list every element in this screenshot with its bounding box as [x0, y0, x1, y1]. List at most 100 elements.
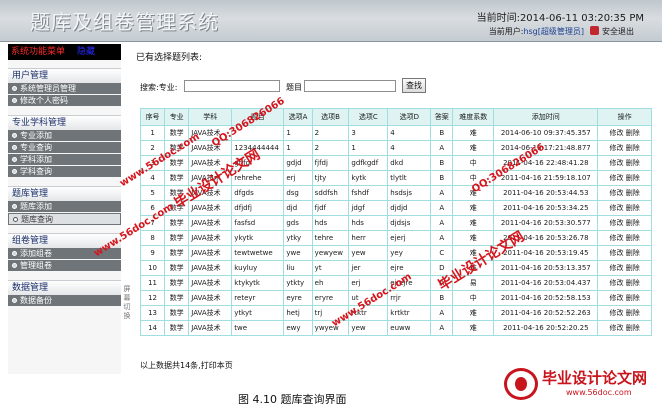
edit-link[interactable]: 修改: [610, 234, 624, 242]
table-cell: 难: [453, 126, 494, 140]
group-title: 用户管理: [8, 68, 121, 83]
search-button[interactable]: 查找: [402, 78, 426, 93]
edit-link[interactable]: 修改: [610, 174, 624, 182]
table-cell: 数学: [165, 276, 189, 290]
table-cell: gdjd: [284, 156, 312, 170]
table-row: 12 数学 JAVA技术 reteyr eyre eryre ut rrjr B 中 2011-04…: [141, 291, 651, 305]
table-cell: kytk: [349, 171, 388, 185]
table-cell: ywyew: [312, 321, 349, 335]
edit-link[interactable]: 修改: [610, 129, 624, 137]
sidebar-item-major-query[interactable]: 专业查询: [8, 142, 121, 154]
edit-link[interactable]: 修改: [610, 309, 624, 317]
table-cell: fshdf: [349, 186, 388, 200]
sidebar-item-major-add[interactable]: 专业添加: [8, 130, 121, 142]
table-cell: JAVA技术: [189, 141, 232, 155]
col-header: 题目: [232, 109, 284, 125]
edit-link[interactable]: 修改: [610, 159, 624, 167]
table-cell: 2011-04-16 21:59:18.107: [494, 171, 598, 185]
delete-link[interactable]: 删除: [626, 249, 640, 257]
sidebar-item-question-add[interactable]: 题库添加: [8, 201, 121, 213]
actions-cell: 修改 删除: [598, 171, 651, 185]
table-cell: yey: [388, 246, 431, 260]
sidebar-item-paper-manage[interactable]: 管理组卷: [8, 260, 121, 272]
table-cell: 数学: [165, 186, 189, 200]
edit-link[interactable]: 修改: [610, 324, 624, 332]
hide-menu-link[interactable]: 隐藏: [77, 47, 95, 57]
table-cell: herr: [349, 231, 388, 245]
delete-link[interactable]: 删除: [626, 159, 640, 167]
exit-icon[interactable]: [590, 26, 599, 35]
edit-link[interactable]: 修改: [610, 264, 624, 272]
col-header: 操作: [598, 109, 651, 125]
table-cell: reteyr: [232, 291, 284, 305]
edit-link[interactable]: 修改: [610, 144, 624, 152]
table-cell: ktykytk: [232, 276, 284, 290]
bullet-icon: [12, 145, 17, 150]
table-cell: 2: [141, 141, 165, 155]
table-cell: erj: [349, 276, 388, 290]
table-cell: 1: [141, 126, 165, 140]
actions-cell: 修改 删除: [598, 126, 651, 140]
user-name: hsg[超级管理员]: [523, 27, 584, 36]
search-bar: 搜索:专业: 题目 查找: [140, 78, 460, 94]
sidebar-item-change-password[interactable]: 修改个人密码: [8, 95, 121, 107]
table-cell: rtktr: [349, 306, 388, 320]
table-cell: 2011-04-16 20:53:34.25: [494, 201, 598, 215]
table-cell: 难: [453, 246, 494, 260]
table-cell: 数学: [165, 306, 189, 320]
screen-toggle-handle[interactable]: 屏幕切换: [122, 285, 132, 345]
table-cell: JAVA技术: [189, 156, 232, 170]
logout-link[interactable]: 安全退出: [602, 27, 634, 36]
table-cell: A: [431, 276, 453, 290]
table-row: 3 数学 JAVA技术 gfjfg gdjd fjfdj gdfkgdf dkd B 中 2011-…: [141, 156, 651, 170]
delete-link[interactable]: 删除: [626, 144, 640, 152]
table-cell: dfjdfj: [232, 201, 284, 215]
table-cell: 难: [453, 186, 494, 200]
sidebar-item-subject-add[interactable]: 学科添加: [8, 154, 121, 166]
group-title: 数据管理: [8, 280, 121, 295]
delete-link[interactable]: 删除: [626, 324, 640, 332]
sidebar-item-subject-query[interactable]: 学科查询: [8, 166, 121, 178]
delete-link[interactable]: 删除: [626, 189, 640, 197]
sidebar-item-admin-manage[interactable]: 系统管理员管理: [8, 83, 121, 95]
edit-link[interactable]: 修改: [610, 249, 624, 257]
actions-cell: 修改 删除: [598, 201, 651, 215]
question-search-input[interactable]: [304, 80, 396, 92]
edit-link[interactable]: 修改: [610, 204, 624, 212]
edit-link[interactable]: 修改: [610, 294, 624, 302]
table-cell: erj: [284, 171, 312, 185]
table-cell: [232, 126, 284, 140]
table-cell: 4: [141, 171, 165, 185]
delete-link[interactable]: 删除: [626, 129, 640, 137]
delete-link[interactable]: 删除: [626, 294, 640, 302]
table-cell: hetj: [284, 306, 312, 320]
bullet-icon: [12, 251, 17, 256]
major-search-input[interactable]: [184, 80, 280, 92]
table-cell: dkd: [388, 156, 431, 170]
table-cell: tlytlt: [388, 171, 431, 185]
delete-link[interactable]: 删除: [626, 234, 640, 242]
delete-link[interactable]: 删除: [626, 264, 640, 272]
delete-link[interactable]: 删除: [626, 174, 640, 182]
group-question-bank: 题库管理 题库添加 题库查询: [8, 186, 121, 225]
delete-link[interactable]: 删除: [626, 309, 640, 317]
edit-link[interactable]: 修改: [610, 279, 624, 287]
group-title: 组卷管理: [8, 233, 121, 248]
sidebar-item-paper-add[interactable]: 添加组卷: [8, 248, 121, 260]
table-cell: 难: [453, 306, 494, 320]
delete-link[interactable]: 删除: [626, 204, 640, 212]
app-header: 题库及组卷管理系统 当前时间:2014-06-11 03:20:35 PM 当前…: [0, 0, 662, 42]
edit-link[interactable]: 修改: [610, 219, 624, 227]
table-row: 11 数学 JAVA技术 ktykytk ytkty eh erj ejrejre A 易 2011…: [141, 276, 651, 290]
table-cell: 中: [453, 291, 494, 305]
table-cell: JAVA技术: [189, 126, 232, 140]
sidebar-item-data-backup[interactable]: 数据备份: [8, 295, 121, 307]
edit-link[interactable]: 修改: [610, 189, 624, 197]
table-row: 4 数学 JAVA技术 rehrehe erj tjty kytk tlytlt B 中 2011-…: [141, 171, 651, 185]
current-time: 当前时间:2014-06-11 03:20:35 PM: [476, 13, 644, 24]
delete-link[interactable]: 删除: [626, 219, 640, 227]
table-row: 13 数学 JAVA技术 ytkyt hetj trj rtktr krtktr A 难 2011-…: [141, 306, 651, 320]
sidebar-item-question-query[interactable]: 题库查询: [8, 213, 121, 225]
delete-link[interactable]: 删除: [626, 279, 640, 287]
table-cell: dfgds: [232, 186, 284, 200]
